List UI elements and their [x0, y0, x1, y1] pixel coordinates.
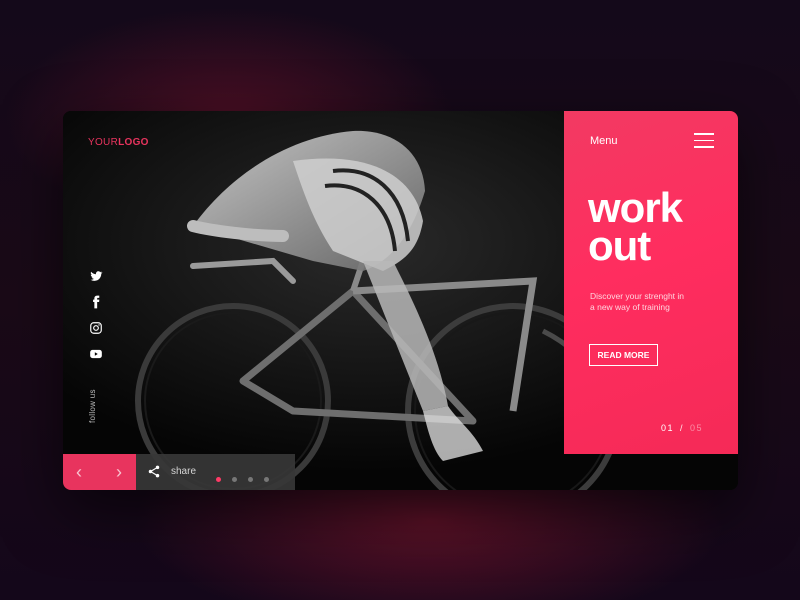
slide-dots	[216, 469, 295, 490]
hamburger-menu-icon[interactable]	[694, 133, 714, 149]
slide-dot[interactable]	[232, 477, 237, 482]
slider-nav: ‹ ›	[63, 454, 136, 490]
content-panel: Menu work out Discover your strenght in …	[564, 111, 738, 454]
slide-separator: /	[680, 423, 685, 433]
instagram-icon[interactable]	[89, 321, 103, 335]
slide-total: 05	[690, 423, 704, 433]
next-arrow-button[interactable]: ›	[111, 463, 127, 481]
brand-logo[interactable]: YOURLOGO	[88, 137, 149, 148]
slide-current: 01	[661, 423, 675, 433]
logo-bold-text: LOGO	[118, 137, 149, 148]
youtube-icon[interactable]	[89, 347, 103, 361]
facebook-icon[interactable]	[89, 295, 103, 309]
hero-description: Discover your strenght in a new way of t…	[590, 291, 685, 312]
prev-arrow-button[interactable]: ‹	[71, 463, 87, 481]
slide-dot[interactable]	[216, 477, 221, 482]
hero-title-line2: out	[588, 222, 651, 269]
twitter-icon[interactable]	[89, 269, 103, 283]
slide-dot[interactable]	[248, 477, 253, 482]
slide-dot[interactable]	[264, 477, 269, 482]
read-more-button[interactable]: READ MORE	[589, 344, 658, 366]
social-links	[89, 269, 103, 373]
hero-card: YOURLOGO follow us Menu work out Discove…	[63, 111, 738, 490]
share-bar: share	[136, 454, 295, 490]
follow-us-label: follow us	[88, 389, 97, 423]
share-icon[interactable]	[147, 464, 161, 479]
hero-title: work out	[588, 187, 738, 269]
menu-label[interactable]: Menu	[590, 135, 618, 147]
share-label[interactable]: share	[171, 466, 196, 477]
slide-counter: 01 / 05	[661, 423, 703, 433]
logo-light-text: YOUR	[88, 137, 119, 148]
